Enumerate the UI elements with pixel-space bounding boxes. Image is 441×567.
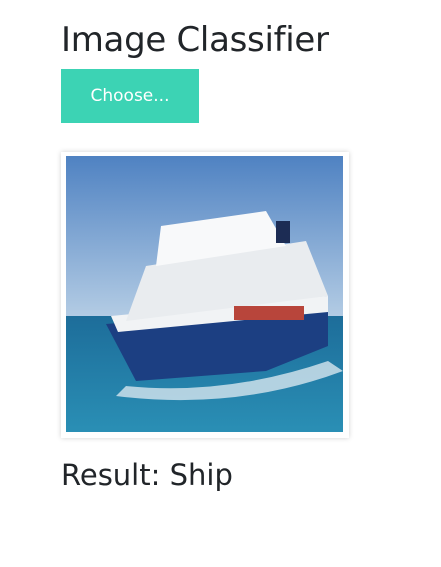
choose-file-button[interactable]: Choose... xyxy=(61,69,199,123)
result-text: Result: Ship xyxy=(61,455,233,495)
result-label: Result: xyxy=(61,458,161,492)
image-preview xyxy=(61,152,349,438)
ship-image xyxy=(66,156,343,432)
result-value: Ship xyxy=(169,458,233,492)
page-title: Image Classifier xyxy=(61,20,329,60)
